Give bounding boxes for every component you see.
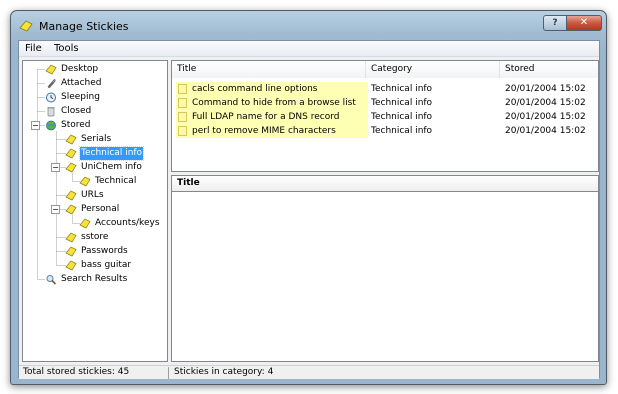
help-button[interactable]: ?: [543, 15, 567, 31]
sticky-note-icon: [45, 64, 57, 75]
detail-title-header: Title: [171, 175, 599, 191]
tree-item-label: Attached: [61, 78, 102, 88]
tree-item-label: URLs: [81, 190, 104, 200]
menu-bar: File Tools: [19, 41, 599, 57]
paperclip-icon: [45, 78, 57, 89]
list-row[interactable]: perl to remove MIME characters Technical …: [172, 124, 598, 138]
sticky-note-icon: [79, 218, 91, 229]
title-bar[interactable]: Manage Stickies ? ✕: [11, 11, 606, 39]
row-stored-date: 20/01/2004 15:02: [505, 126, 586, 136]
row-category: Technical info: [371, 126, 433, 136]
row-title: Full LDAP name for a DNS record: [176, 110, 368, 124]
row-stored-date: 20/01/2004 15:02: [505, 112, 586, 122]
tree-item-label: Technical info: [78, 146, 145, 161]
sticky-note-icon: [65, 204, 77, 215]
column-header-stored[interactable]: Stored: [500, 61, 598, 78]
menu-tools[interactable]: Tools: [54, 43, 79, 54]
trash-icon: [45, 106, 57, 117]
row-category: Technical info: [371, 84, 433, 94]
sticky-note-icon: [178, 112, 187, 122]
tree-item-label: Serials: [81, 134, 112, 144]
window-title: Manage Stickies: [39, 20, 129, 33]
detail-body[interactable]: [171, 191, 599, 362]
list-row[interactable]: Full LDAP name for a DNS record Technical…: [172, 110, 598, 124]
row-title: perl to remove MIME characters: [176, 124, 368, 138]
tree-item-label: bass guitar: [81, 260, 132, 270]
tree-item-label: Sleeping: [61, 92, 100, 102]
row-category: Technical info: [371, 112, 433, 122]
tree-item-label: Search Results: [61, 274, 128, 284]
tree-item-label: Desktop: [61, 64, 99, 74]
sticky-note-icon: [79, 176, 91, 187]
tree-item-label: Technical: [95, 176, 137, 186]
row-title: cacls command line options: [176, 82, 368, 96]
column-header-category[interactable]: Category: [366, 61, 500, 78]
status-separator: [168, 367, 169, 379]
sticky-note-icon: [65, 260, 77, 271]
sticky-note-icon: [65, 246, 77, 257]
clock-icon: [45, 92, 57, 103]
sticky-note-icon: [178, 126, 187, 136]
menu-file[interactable]: File: [25, 43, 42, 54]
sticky-note-icon: [65, 134, 77, 145]
category-tree[interactable]: Desktop Attached Sleeping Closed Stored − Seri…: [22, 60, 168, 362]
row-stored-date: 20/01/2004 15:02: [505, 84, 586, 94]
tree-item-label: Closed: [61, 106, 92, 116]
tree-item-label: UniChem info: [81, 162, 142, 172]
magnifier-icon: [45, 274, 57, 285]
status-category-count: Stickies in category: 4: [174, 367, 274, 377]
tree-expand-toggle[interactable]: −: [51, 163, 60, 172]
sticky-note-icon: [178, 98, 187, 108]
row-stored-date: 20/01/2004 15:02: [505, 98, 586, 108]
tree-item-label: Accounts/keys: [95, 218, 160, 228]
tree-expand-toggle[interactable]: −: [51, 205, 60, 214]
status-bar: Total stored stickies: 45 Stickies in ca…: [19, 365, 599, 379]
row-title: Command to hide from a browse list: [176, 96, 368, 110]
client-area: File Tools Desktop Attached Sleeping Closed…: [18, 40, 600, 379]
stickies-list[interactable]: Title Category Stored cacls command line…: [171, 60, 599, 172]
list-row[interactable]: cacls command line options Technical info…: [172, 82, 598, 96]
column-header-title[interactable]: Title: [172, 61, 366, 78]
tree-item-label: Personal: [81, 204, 120, 214]
row-category: Technical info: [371, 98, 433, 108]
close-button[interactable]: ✕: [566, 15, 602, 31]
sticky-note-icon: [65, 190, 77, 201]
sticky-note-icon: [65, 232, 77, 243]
tree-item-label: Stored: [61, 120, 91, 130]
globe-icon: [45, 120, 57, 131]
list-row[interactable]: Command to hide from a browse list Techni…: [172, 96, 598, 110]
status-total-stickies: Total stored stickies: 45: [23, 367, 130, 377]
manage-stickies-window: Manage Stickies ? ✕ File Tools Desktop At…: [10, 10, 607, 385]
tree-item-label: sstore: [81, 232, 109, 242]
sticky-note-icon: [65, 148, 77, 159]
sticky-note-icon: [178, 84, 187, 94]
sticky-note-icon: [65, 162, 77, 173]
tree-item-label: Passwords: [81, 246, 128, 256]
sticky-note-icon: [19, 20, 33, 32]
tree-expand-toggle[interactable]: −: [31, 121, 40, 130]
